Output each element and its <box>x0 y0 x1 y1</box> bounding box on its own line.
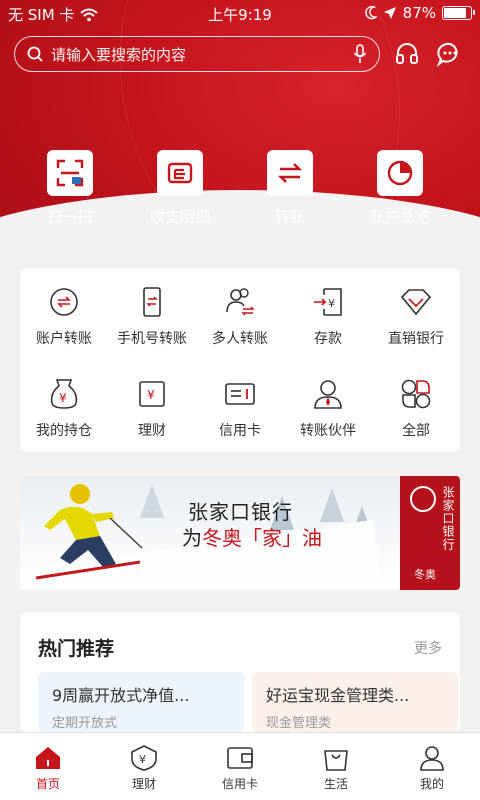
tab-wealth[interactable]: ¥ 理财 <box>96 733 192 800</box>
product-card[interactable]: 9周赢开放式净值... 定期开放式 <box>38 672 244 732</box>
section-title: 热门推荐 <box>38 638 115 660</box>
service-multi-transfer[interactable]: 多人转账 <box>196 282 284 374</box>
search-bar[interactable]: 请输入要搜索的内容 <box>14 36 380 72</box>
home-icon <box>36 747 60 769</box>
product-subtitle: 现金管理类 <box>266 716 332 731</box>
bank-panel-sub: 冬奥 <box>414 568 436 581</box>
skier-illustration <box>35 484 143 580</box>
search-icon <box>27 46 43 62</box>
tab-credit-card[interactable]: 信用卡 <box>192 733 288 800</box>
tab-label: 理财 <box>131 777 156 791</box>
shopping-bag-icon <box>324 750 348 771</box>
product-title: 好运宝现金管理类... <box>266 686 410 705</box>
account-transfer-icon <box>50 288 78 316</box>
service-wealth[interactable]: ¥ 理财 <box>108 374 196 466</box>
tab-home[interactable]: 首页 <box>0 733 96 800</box>
tab-label: 我的 <box>419 777 444 791</box>
money-bag-icon: ¥ <box>50 379 78 409</box>
grid-all-icon <box>401 379 431 409</box>
service-direct-bank[interactable]: 直销银行 <box>372 282 460 374</box>
service-all[interactable]: 全部 <box>372 374 460 466</box>
quick-scan[interactable]: 扫一扫 <box>15 150 125 227</box>
service-label: 多人转账 <box>212 331 268 347</box>
battery-percent: 87% <box>402 4 436 22</box>
product-subtitle: 定期开放式 <box>52 716 118 731</box>
quick-transfer[interactable]: 转账 <box>235 150 345 227</box>
tab-label: 信用卡 <box>221 777 258 791</box>
message-icon[interactable] <box>436 40 464 68</box>
service-credit-card[interactable]: 信用卡 <box>196 374 284 466</box>
moon-icon <box>364 6 377 20</box>
bottom-tab-bar: 首页 ¥ 理财 信用卡 生活 我的 <box>0 732 480 800</box>
statement-icon <box>167 162 193 184</box>
phone-transfer-icon <box>143 287 161 317</box>
svg-text:¥: ¥ <box>59 391 67 405</box>
scan-icon <box>56 159 84 187</box>
search-placeholder: 请输入要搜索的内容 <box>51 45 187 64</box>
hot-recommend-card: 热门推荐 更多 9周赢开放式净值... 定期开放式 好运宝现金管理类... 现金… <box>20 612 460 732</box>
service-label: 转账伙伴 <box>300 423 356 439</box>
service-label: 信用卡 <box>219 423 261 439</box>
tab-label: 生活 <box>323 777 348 791</box>
banner-slogan: 为冬奥「家」油 <box>182 522 322 551</box>
service-label: 账户转账 <box>36 331 92 347</box>
bank-name-vertical: 张家口银行 <box>441 486 455 551</box>
service-account-transfer[interactable]: 账户转账 <box>20 282 108 374</box>
quick-label: 扫一扫 <box>47 208 93 226</box>
service-label: 理财 <box>138 423 166 439</box>
service-deposit[interactable]: ¥ 存款 <box>284 282 372 374</box>
quick-label: 账户总览 <box>369 208 430 226</box>
bank-brand-panel: 张家口银行 冬奥 <box>400 476 460 590</box>
svg-text:¥: ¥ <box>147 388 155 402</box>
bank-logo-icon <box>410 486 436 512</box>
battery-icon <box>442 6 475 20</box>
wealth-icon: ¥ <box>139 381 165 407</box>
diamond-icon <box>400 289 432 316</box>
svg-text:¥: ¥ <box>328 297 335 310</box>
product-title: 9周赢开放式净值... <box>52 686 190 705</box>
product-card[interactable]: 好运宝现金管理类... 现金管理类 <box>252 672 458 732</box>
quick-label: 收支明细 <box>149 208 210 226</box>
pie-chart-icon <box>387 160 413 186</box>
promo-banner[interactable]: 张家口银行 为冬奥「家」油 张家口银行 冬奥 <box>20 476 460 590</box>
location-arrow-icon <box>383 7 396 19</box>
service-label: 存款 <box>314 331 342 347</box>
tab-life[interactable]: 生活 <box>288 733 384 800</box>
tab-label: 首页 <box>35 777 60 791</box>
quick-label: 转账 <box>274 208 305 226</box>
multi-transfer-icon <box>226 288 255 316</box>
more-link[interactable]: 更多 <box>414 638 442 658</box>
banner-slogan-highlight: 冬奥「家」油 <box>202 526 322 550</box>
quick-actions: 扫一扫 收支明细 转账 账户总览 <box>0 150 480 227</box>
services-card: 账户转账 手机号转账 多人转账 ¥ 存款 直销银行 ¥ 我的持仓 ¥ 理财 信用… <box>20 268 460 452</box>
service-label: 全部 <box>402 423 430 439</box>
service-phone-transfer[interactable]: 手机号转账 <box>108 282 196 374</box>
headset-icon[interactable] <box>393 40 421 68</box>
service-label: 手机号转账 <box>117 331 187 347</box>
quick-statement[interactable]: 收支明细 <box>125 150 235 227</box>
profile-icon <box>420 746 444 771</box>
quick-overview[interactable]: 账户总览 <box>345 150 455 227</box>
banner-title: 张家口银行 <box>188 500 293 524</box>
deposit-icon: ¥ <box>314 288 342 316</box>
wallet-icon <box>227 747 253 769</box>
credit-card-icon <box>225 383 255 405</box>
contact-icon <box>314 380 342 409</box>
service-label: 直销银行 <box>388 331 444 347</box>
svg-text:¥: ¥ <box>139 753 146 766</box>
service-holdings[interactable]: ¥ 我的持仓 <box>20 374 108 466</box>
tab-profile[interactable]: 我的 <box>384 733 480 800</box>
wealth-shield-icon: ¥ <box>131 745 157 771</box>
status-bar: 无 SIM 卡 上午9:19 87% <box>0 0 480 26</box>
banner-slogan-prefix: 为 <box>182 526 202 550</box>
service-transfer-partner[interactable]: 转账伙伴 <box>284 374 372 466</box>
service-label: 我的持仓 <box>36 423 92 439</box>
microphone-icon[interactable] <box>353 44 367 64</box>
transfer-icon <box>277 163 303 183</box>
